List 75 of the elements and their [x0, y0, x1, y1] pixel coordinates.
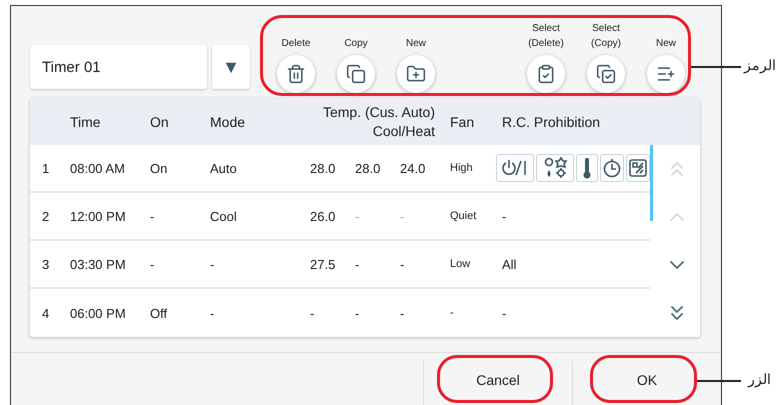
row-number: 3 [41, 256, 50, 272]
table-cell-text: - [399, 256, 406, 272]
table-cell-text: - [399, 306, 406, 320]
table-cell-text: Auto [209, 160, 238, 176]
pattern-icon [626, 154, 650, 182]
table-cell-text: - [149, 208, 156, 224]
trash-button[interactable] [277, 55, 315, 93]
table-row[interactable]: 4 06:00 PM Off - - - - - - [30, 289, 650, 337]
thermometer-icon [576, 154, 598, 182]
tool-label: New [406, 37, 426, 51]
table-cell-text: - [354, 256, 360, 272]
footer-button[interactable]: Cancel [423, 361, 572, 405]
table-cell-text: 28.0 [309, 160, 336, 176]
table-cell-text: 08:00 AM [69, 160, 126, 176]
table-cell-text: - [354, 306, 360, 320]
copy-check-button[interactable] [587, 55, 625, 93]
scrollbar-thumb[interactable] [650, 145, 653, 221]
tool-label: Copy [344, 37, 368, 51]
table-cell-text: On [149, 160, 168, 176]
folder-plus-icon [406, 64, 426, 84]
annotation-label: الرمز [744, 57, 776, 73]
table-cell-text: - [399, 208, 406, 224]
mode-icon [536, 154, 574, 182]
table-cell-text: Low [449, 258, 472, 270]
table-row[interactable]: 1 08:00 AM On Auto 28.0 28.0 24.0 High [30, 145, 650, 193]
row-number: 1 [41, 160, 50, 176]
table-cell-text: 06:00 PM [69, 306, 127, 320]
table-cell-text: Quiet [449, 210, 478, 222]
clipboard-check-icon [536, 64, 556, 84]
table-cell-text: All [501, 256, 518, 272]
table-cell-text: - [149, 256, 156, 272]
column-header: Time [69, 114, 102, 130]
copy-icon [346, 64, 366, 84]
tool-label: Delete [282, 37, 310, 51]
tool-label: New [656, 37, 676, 51]
clipboard-check-button[interactable] [527, 55, 565, 93]
table-row[interactable]: 3 03:30 PM - - 27.5 - - Low All [30, 241, 650, 289]
row-number: 4 [41, 306, 50, 320]
table-cell-text: - [309, 306, 316, 320]
tool-label: Select (Delete) [528, 22, 564, 51]
table-cell-text: 03:30 PM [69, 256, 127, 272]
dropdown-button[interactable]: ▼ [212, 45, 250, 89]
list-plus-button[interactable] [647, 55, 685, 93]
column-header: On [149, 114, 170, 130]
folder-plus-button[interactable] [397, 55, 435, 93]
trash-icon [286, 64, 306, 84]
annotation-label: الزر [748, 371, 771, 387]
table-cell-text: - [209, 306, 216, 320]
row-number: 2 [41, 208, 50, 224]
leader-line [697, 380, 741, 382]
table-cell-text: 27.5 [309, 256, 336, 272]
table-cell-text: - [354, 208, 360, 224]
table-cell-text: 26.0 [309, 208, 336, 224]
leader-line [691, 66, 741, 68]
power-icon [496, 154, 534, 182]
table-cell-text: - [501, 208, 508, 224]
column-header: Mode [209, 114, 246, 130]
tool-label: Select (Copy) [590, 22, 621, 51]
timer-icon [600, 154, 624, 182]
column-header: Temp. (Cus. Auto) [322, 102, 435, 122]
table-cell-text: - [449, 307, 455, 319]
column-header: Fan [449, 114, 476, 130]
table-cell-text: 24.0 [399, 160, 426, 176]
table-cell-text: Off [149, 306, 168, 320]
copy-check-icon [596, 64, 616, 84]
table-cell-text: - [209, 256, 216, 272]
table-cell-text: 28.0 [354, 160, 382, 176]
table-cell-text: 12:00 PM [69, 208, 127, 224]
timer-select-field[interactable]: Timer 01 [30, 45, 207, 89]
column-subheader: Cool/Heat [372, 122, 435, 140]
column-header: R.C. Prohibition [501, 114, 602, 130]
table-cell-text: Cool [209, 208, 238, 224]
table-cell-text: High [449, 162, 474, 174]
copy-button[interactable] [337, 55, 375, 93]
table-cell-text: - [501, 306, 508, 320]
